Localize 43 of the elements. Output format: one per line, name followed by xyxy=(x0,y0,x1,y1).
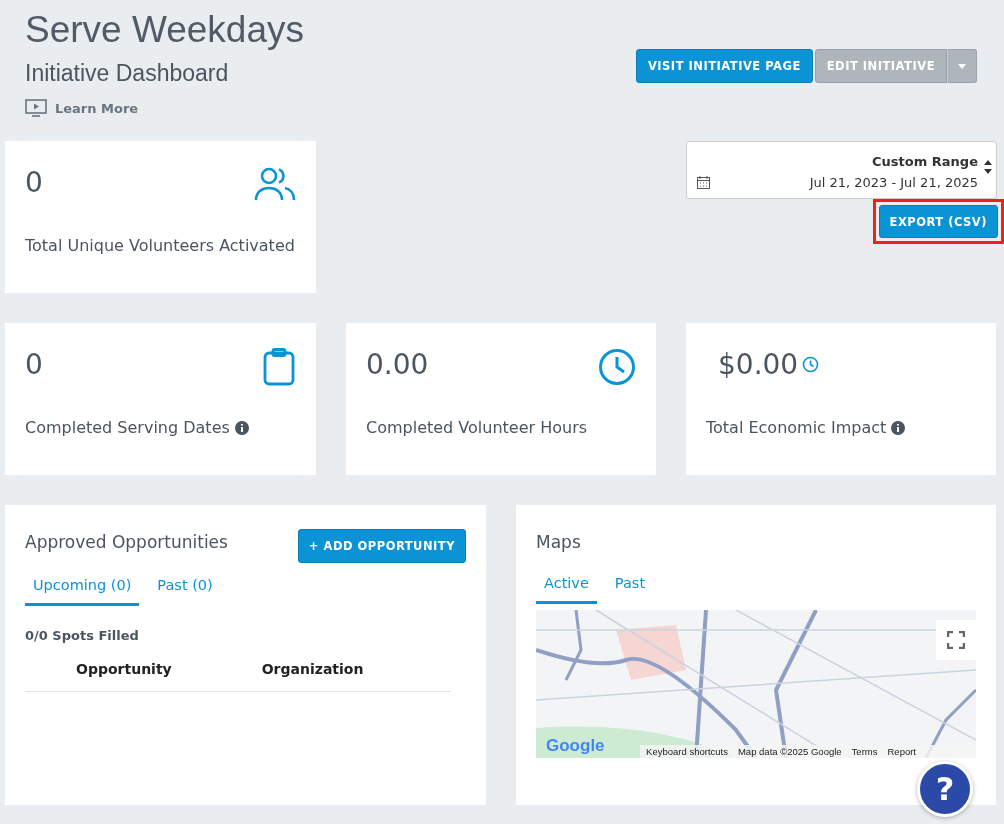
page-subtitle: Initiative Dashboard xyxy=(25,60,230,87)
stat-value: 0 xyxy=(25,348,43,381)
add-opportunity-button[interactable]: + ADD OPPORTUNITY xyxy=(297,529,466,563)
info-icon xyxy=(234,420,249,435)
stat-label: Total Unique Volunteers Activated xyxy=(25,236,295,255)
map-logo: Google xyxy=(546,736,605,756)
fullscreen-icon xyxy=(947,631,965,649)
column-header: Opportunity xyxy=(76,661,172,677)
video-icon xyxy=(25,99,47,117)
tab[interactable]: Past (0) xyxy=(149,575,221,606)
clock-icon xyxy=(802,356,820,373)
people-icon xyxy=(254,166,296,202)
stat-value: $0.00 xyxy=(718,348,799,381)
tab[interactable]: Upcoming (0) xyxy=(25,575,140,606)
info-icon xyxy=(891,420,906,435)
tab[interactable]: Active xyxy=(536,573,597,604)
stat-value: 0 xyxy=(25,166,43,199)
fullscreen-button[interactable] xyxy=(936,620,976,660)
visit-initiative-button[interactable]: VISIT INITIATIVE PAGE xyxy=(635,49,813,83)
date-range-select[interactable]: Custom Range Jul 21, 2023 - Jul 21, 2025 xyxy=(686,141,997,199)
page-title: Serve Weekdays xyxy=(25,8,304,52)
map-attribution-link[interactable]: Map data ©2025 Google xyxy=(737,746,842,757)
range-label: Custom Range xyxy=(872,154,978,169)
map-attribution-link[interactable]: Keyboard shortcuts xyxy=(646,746,728,757)
card-title: Approved Opportunities xyxy=(25,532,228,552)
calendar-icon xyxy=(697,176,710,189)
column-header: Organization xyxy=(261,661,364,677)
stat-value: 0.00 xyxy=(366,348,429,381)
stat-label: Completed Volunteer Hours xyxy=(366,418,588,437)
clock-icon xyxy=(598,348,636,386)
export-csv-button[interactable]: EXPORT (CSV) xyxy=(878,205,998,238)
sort-arrows-icon xyxy=(984,160,992,174)
stat-label: Completed Serving Dates xyxy=(25,418,230,437)
clipboard-icon xyxy=(262,348,296,386)
card-title: Maps xyxy=(536,532,581,552)
range-value: Jul 21, 2023 - Jul 21, 2025 xyxy=(809,175,978,190)
learn-more-link[interactable]: Learn More xyxy=(25,99,139,117)
stat-label: Total Economic Impact xyxy=(706,418,887,437)
map-attribution-link[interactable]: Terms xyxy=(851,746,878,757)
caret-icon xyxy=(958,63,966,69)
map-attribution-link[interactable]: Report xyxy=(887,746,916,757)
spots-filled-text: 0/0 Spots Filled xyxy=(25,628,140,643)
tab[interactable]: Past xyxy=(606,573,654,604)
